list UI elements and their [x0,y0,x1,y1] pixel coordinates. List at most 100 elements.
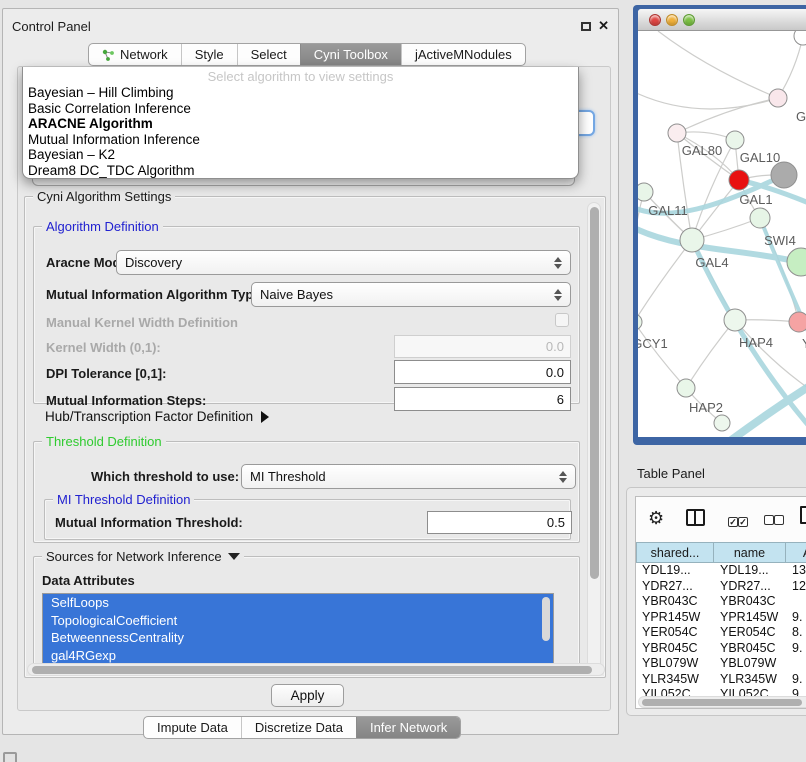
mi-threshold-definition-title: MI Threshold Definition [53,492,194,507]
mi-threshold-definition-group: MI Threshold Definition Mutual Informati… [44,499,571,540]
attribute-item[interactable]: TopologicalCoefficient [43,612,553,630]
network-node-gal1[interactable] [729,170,749,190]
table-panel-title: Table Panel [637,466,705,481]
data-attributes-list: SelfLoops TopologicalCoefficient Between… [42,593,554,666]
network-icon [102,49,115,61]
tab-select[interactable]: Select [237,44,300,65]
table-row[interactable]: YBR043CYBR043C [636,594,806,610]
expander-down-triangle-icon [228,553,240,560]
tab-style[interactable]: Style [181,44,237,65]
network-node-green[interactable] [787,248,806,276]
apply-button[interactable]: Apply [271,684,344,707]
mi-threshold-field[interactable]: 0.5 [427,511,572,534]
column-header-a[interactable]: A [786,542,806,563]
node-label: SWI4 [764,233,796,248]
dropdown-item[interactable]: Bayesian – K2 [23,147,578,163]
algorithm-definition-title: Algorithm Definition [42,219,163,234]
float-window-icon[interactable] [581,22,591,31]
close-icon[interactable]: ✕ [598,18,609,34]
tab-network-label: Network [120,47,168,62]
hub-definition-expander[interactable]: Hub/Transcription Factor Definition [45,409,269,424]
zoom-traffic-light-icon[interactable] [683,14,695,26]
split-columns-icon[interactable] [686,509,705,526]
algorithm-dropdown-popup: Select algorithm to view settings Bayesi… [22,67,579,179]
network-node-hap2[interactable] [677,379,695,397]
network-node-hap4[interactable] [724,309,746,331]
column-header-shared[interactable]: shared... [636,542,714,563]
mi-algorithm-type-combo[interactable]: Naive Bayes [251,282,571,307]
settings-horizontal-scrollbar[interactable] [27,663,605,676]
node-label: GCY1 [638,336,668,351]
node-label: HAP4 [739,335,773,350]
network-node-gal[interactable] [769,89,787,107]
sources-group-title[interactable]: Sources for Network Inference [42,549,244,564]
table-hscroll-thumb[interactable] [642,699,802,706]
network-node-gal10[interactable] [726,131,744,149]
deselect-all-checkboxes-icon[interactable] [764,512,784,530]
tab-infer-network[interactable]: Infer Network [356,717,460,738]
table-row[interactable]: YPR145WYPR145W9. [636,610,806,626]
network-node-gal4[interactable] [680,228,704,252]
document-icon[interactable] [800,506,806,524]
table-row[interactable]: YBR045CYBR045C9. [636,641,806,657]
table-panel: ⚙ ✓✓ shared... name A YDL19...YDL19...13… [626,487,806,716]
aracne-mode-combo[interactable]: Discovery [116,250,571,275]
node-label: GAL4 [695,255,728,270]
cyni-toolbox-panel: gal-filtered sif default node Select alg… [17,66,611,711]
attribute-item[interactable]: gal4RGexp [43,647,553,665]
attributes-vscroll-thumb[interactable] [542,597,550,641]
table-header: shared... name A [636,542,806,563]
mi-threshold-label: Mutual Information Threshold: [55,515,243,530]
dropdown-item[interactable]: Bayesian – Hill Climbing [23,85,578,101]
kernel-width-field[interactable]: 0.0 [394,335,571,358]
table-rows: YDL19...YDL19...13 YDR27...YDR27...12 YB… [636,563,806,703]
network-window-titlebar[interactable] [638,9,806,31]
network-graph: GAL GAL80 GAL10 GAL1 GAL11 SWI4 GAL4 GCY… [638,31,806,437]
attribute-item[interactable]: SelfLoops [43,594,553,612]
network-node[interactable] [714,415,730,431]
settings-vscroll-thumb[interactable] [590,207,599,579]
network-node-gal80[interactable] [668,124,686,142]
table-row[interactable]: YDL19...YDL19...13 [636,563,806,579]
network-node[interactable] [794,31,806,45]
network-view-window: GAL GAL80 GAL10 GAL1 GAL11 SWI4 GAL4 GCY… [633,5,806,445]
control-panel-title: Control Panel [12,19,91,34]
settings-hscroll-thumb[interactable] [32,666,592,674]
collapsed-panel-icon[interactable] [3,752,17,762]
which-threshold-combo[interactable]: MI Threshold [241,464,576,489]
table-row[interactable]: YBL079WYBL079W [636,656,806,672]
gear-icon[interactable]: ⚙ [648,507,664,529]
network-node-gcy1[interactable] [638,314,642,330]
select-all-checkboxes-icon[interactable]: ✓✓ [728,512,748,530]
network-node-y[interactable] [789,312,806,332]
dropdown-item-aracne[interactable]: ARACNE Algorithm [23,116,578,132]
tab-impute-data[interactable]: Impute Data [144,717,241,738]
minimize-traffic-light-icon[interactable] [666,14,678,26]
network-canvas[interactable]: GAL GAL80 GAL10 GAL1 GAL11 SWI4 GAL4 GCY… [638,31,806,437]
table-row[interactable]: YDR27...YDR27...12 [636,579,806,595]
table-row[interactable]: YER054CYER054C8. [636,625,806,641]
mi-steps-label: Mutual Information Steps: [46,393,206,408]
dropdown-item[interactable]: Dream8 DC_TDC Algorithm [23,163,578,179]
node-label: GAL11 [648,203,688,218]
close-traffic-light-icon[interactable] [649,14,661,26]
tab-discretize-data[interactable]: Discretize Data [241,717,356,738]
manual-kernel-width-checkbox[interactable] [555,313,569,327]
network-node-gal11[interactable] [638,183,653,201]
tab-network[interactable]: Network [89,44,181,65]
combo-arrows-icon [554,257,562,269]
network-node-gray[interactable] [771,162,797,188]
tab-cyni-toolbox[interactable]: Cyni Toolbox [300,44,401,65]
dpi-tolerance-field[interactable]: 0.0 [394,360,571,384]
settings-vertical-scrollbar[interactable] [587,202,601,674]
control-panel-window: Control Panel ✕ Network Style Select Cyn… [2,8,619,735]
column-header-name[interactable]: name [714,542,786,563]
network-node-swi4[interactable] [750,208,770,228]
table-horizontal-scrollbar[interactable] [638,696,806,708]
dropdown-item[interactable]: Mutual Information Inference [23,132,578,148]
dropdown-item[interactable]: Basic Correlation Inference [23,101,578,117]
attribute-item[interactable]: BetweennessCentrality [43,629,553,647]
mi-steps-field[interactable]: 6 [394,387,571,411]
table-row[interactable]: YLR345WYLR345W9. [636,672,806,688]
tab-jactivemnodules[interactable]: jActiveMNodules [401,44,525,65]
